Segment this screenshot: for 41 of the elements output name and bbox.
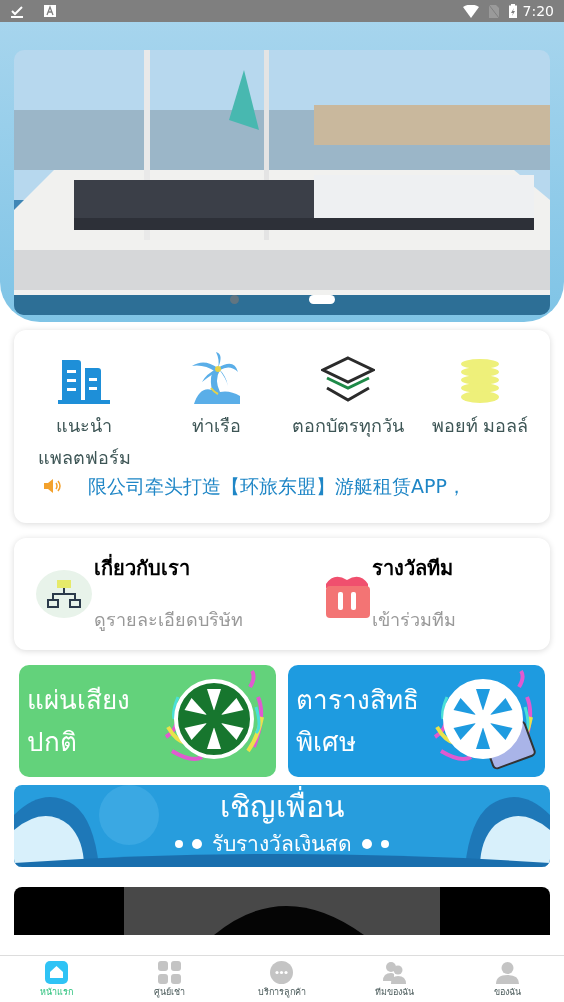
clock-time: 7:20 bbox=[522, 1, 554, 21]
info-title[interactable]: เกี่ยวกับเรา bbox=[94, 552, 243, 583]
chat-bubble-icon bbox=[270, 961, 294, 984]
no-sim-icon bbox=[488, 4, 499, 18]
check-icon bbox=[10, 4, 24, 18]
info-title[interactable]: รางวัลทีม bbox=[372, 552, 456, 583]
org-chart-icon bbox=[36, 569, 92, 618]
nav-tab[interactable]: ของฉัน bbox=[451, 956, 564, 1002]
home-icon bbox=[44, 961, 68, 984]
buildings-icon bbox=[58, 358, 110, 404]
nav-label: ศูนย์เช่า bbox=[153, 986, 185, 999]
user-icon bbox=[496, 961, 520, 984]
nav-label: หน้าแรก bbox=[39, 986, 73, 999]
coin-stack-icon bbox=[460, 358, 500, 404]
promo-label: ตารางสิทธิ พิเศษ bbox=[296, 683, 419, 759]
nav-tab[interactable]: ทีมของฉัน bbox=[338, 956, 452, 1002]
keyboard-icon bbox=[44, 5, 56, 17]
layers-icon bbox=[321, 356, 375, 404]
info-subtitle: ดูรายละเอียดบริษัท bbox=[94, 607, 243, 633]
nav-tab[interactable]: บริการลูกค้า bbox=[225, 956, 339, 1002]
menu-item-label[interactable]: พอยท์ มอลล์ bbox=[431, 410, 529, 442]
nav-tab[interactable]: ศูนย์เช่า bbox=[112, 956, 226, 1002]
palm-tree-icon bbox=[190, 352, 242, 404]
info-subtitle: เข้าร่วมทีม bbox=[372, 607, 456, 632]
nav-label: ทีมของฉัน bbox=[375, 986, 415, 999]
dots-icon bbox=[174, 838, 204, 849]
dots-icon bbox=[360, 838, 390, 849]
wifi-icon bbox=[462, 4, 479, 18]
menu-item-label[interactable]: แนะนำ แพลตฟอร์ม bbox=[37, 410, 131, 474]
promo-label: แผ่นเสียง ปกติ bbox=[27, 683, 130, 759]
menu-item-label[interactable]: ท่าเรือ bbox=[191, 410, 241, 442]
grid-icon bbox=[157, 961, 181, 984]
battery-icon bbox=[508, 4, 517, 18]
nav-label: ของฉัน bbox=[494, 986, 522, 999]
team-icon bbox=[383, 961, 407, 984]
nav-label: บริการลูกค้า bbox=[258, 986, 306, 999]
invite-title: เชิญเพื่อน bbox=[219, 785, 345, 826]
invite-subtitle: รับรางวัลเงินสด bbox=[212, 830, 352, 858]
notice-text: 限公司牵头打造【环旅东盟】游艇租赁APP， bbox=[88, 474, 466, 499]
speaker-icon bbox=[44, 479, 62, 494]
menu-item-label[interactable]: ตอกบัตรทุกวัน bbox=[292, 410, 404, 442]
